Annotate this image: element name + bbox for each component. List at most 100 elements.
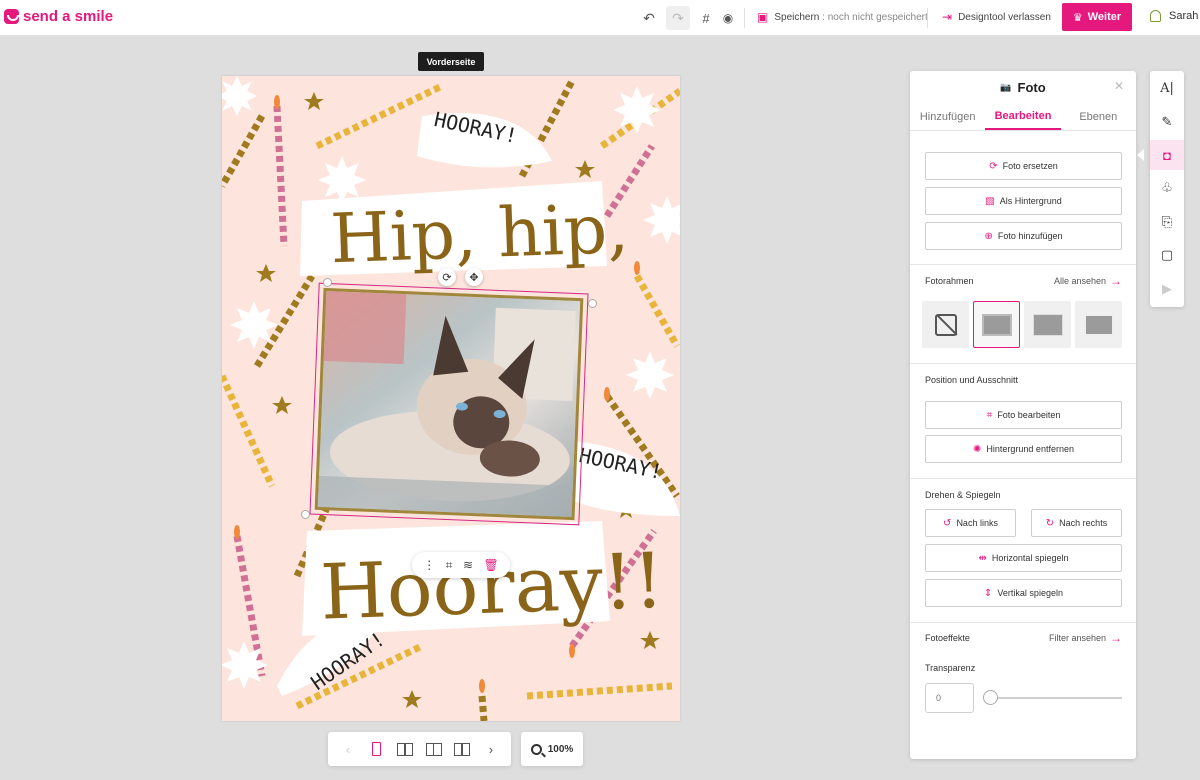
filters-link[interactable]: Filter ansehen → — [1049, 631, 1122, 645]
prev-page-button[interactable]: ‹ — [334, 736, 362, 762]
crop-icon: ⌗ — [986, 409, 993, 421]
page-front-button[interactable] — [363, 736, 391, 762]
resize-handle-bottom-left[interactable] — [301, 510, 310, 519]
candle-flame — [604, 387, 610, 401]
panel-pointer — [1137, 149, 1144, 161]
text-tool-button[interactable]: A| — [1150, 73, 1184, 103]
section-divider — [910, 478, 1136, 479]
frame-option-gold[interactable] — [973, 301, 1020, 348]
delete-icon[interactable]: 🗑 — [484, 558, 499, 572]
preview-button[interactable]: ◉ — [720, 6, 736, 30]
rotate-section-label: Drehen & Spiegeln — [925, 490, 1001, 500]
selected-photo[interactable] — [309, 282, 589, 526]
flip-horizontal-button[interactable]: ⇹ Horizontal spiegeln — [925, 544, 1122, 572]
rotate-right-button[interactable]: ↻ Nach rechts — [1031, 509, 1122, 537]
no-frame-icon — [934, 313, 957, 336]
tab-bearbeiten[interactable]: Bearbeiten — [985, 103, 1061, 130]
frames-see-all-link[interactable]: Alle ansehen → — [1054, 274, 1122, 288]
frame-option-none[interactable] — [922, 301, 969, 348]
resize-handle-top-left[interactable] — [323, 278, 332, 287]
import-tool-button[interactable]: ⎘ — [1150, 207, 1184, 237]
brand-logo[interactable]: send a smile — [4, 8, 113, 25]
next-page-button[interactable]: › — [477, 736, 505, 762]
tab-ebenen[interactable]: Ebenen — [1061, 103, 1136, 130]
edit-photo-button[interactable]: ⌗ Foto bearbeiten — [925, 401, 1122, 429]
transparency-slider-thumb[interactable] — [983, 690, 998, 705]
remove-background-button[interactable]: ✺ Hintergrund entfernen — [925, 435, 1122, 463]
refresh-icon: ⟳ — [989, 160, 998, 172]
cat-ear-left — [433, 315, 469, 376]
candle-stripe — [222, 374, 276, 488]
close-icon[interactable]: ✕ — [1114, 79, 1124, 93]
image-icon: ▧ — [985, 195, 995, 207]
play-tool-button[interactable]: ▶ — [1150, 274, 1184, 304]
text-tool-icon: A| — [1160, 80, 1174, 96]
shapes-tool-button[interactable]: ♧ — [1150, 173, 1184, 203]
rotate-left-label: Nach links — [956, 518, 998, 528]
more-options-icon[interactable]: ⋮ — [423, 558, 435, 572]
grid-icon: # — [702, 10, 710, 26]
section-divider — [910, 264, 1136, 265]
rotate-left-button[interactable]: ↺ Nach links — [925, 509, 1016, 537]
gold-star — [402, 690, 422, 708]
draw-tool-icon: ✎ — [1161, 114, 1173, 129]
photo-tool-button[interactable]: ◘ — [1150, 140, 1184, 170]
shapes-tool-icon: ♧ — [1161, 180, 1173, 195]
white-starburst — [643, 196, 680, 244]
flip-horizontal-icon: ⇹ — [978, 552, 987, 564]
next-button[interactable]: ♛ Weiter — [1062, 3, 1132, 31]
exit-label: Designtool verlassen — [958, 11, 1051, 23]
frame-option-thin[interactable] — [1024, 301, 1071, 348]
import-tool-icon: ⎘ — [1161, 214, 1173, 229]
undo-button[interactable]: ↶ — [640, 6, 658, 30]
set-background-button[interactable]: ▧ Als Hintergrund — [925, 187, 1122, 215]
white-starburst — [613, 86, 661, 134]
frame-tool-button[interactable]: ▢ — [1150, 240, 1184, 270]
rotate-handle[interactable]: ⟳ — [438, 268, 456, 286]
brand-name: send a smile — [23, 8, 114, 25]
add-photo-label: Foto hinzufügen — [997, 231, 1063, 241]
frame-options — [922, 301, 1122, 348]
zoom-icon — [530, 743, 542, 755]
transparency-input[interactable]: 0 — [925, 683, 974, 713]
user-name: Sarah — [1169, 10, 1199, 22]
transparency-slider-track[interactable] — [990, 697, 1122, 699]
frames-see-all-label: Alle ansehen — [1053, 276, 1106, 286]
resize-handle-top-right[interactable] — [588, 299, 597, 308]
arrow-right-icon: → — [1110, 631, 1122, 645]
card-canvas[interactable]: Hip, hip, Hooray!! HOORAY! HOORAY! HOORA… — [222, 76, 680, 721]
redo-icon: ↷ — [672, 9, 684, 26]
white-starburst — [230, 301, 278, 349]
frame-swatch — [1083, 313, 1114, 336]
page-inside-left-button[interactable] — [391, 736, 419, 762]
candle-flame — [569, 644, 575, 658]
undo-icon: ↶ — [643, 9, 655, 26]
page-side-label: Vorderseite — [418, 52, 484, 71]
crop-icon[interactable]: ⌗ — [446, 558, 453, 573]
magic-icon: ✺ — [973, 443, 982, 455]
move-handle[interactable]: ✥ — [465, 268, 483, 286]
exit-designtool-button[interactable]: ⇥ Designtool verlassen — [942, 10, 1051, 24]
replace-photo-button[interactable]: ⟳ Foto ersetzen — [925, 152, 1122, 180]
zoom-button[interactable]: 100% — [521, 732, 583, 766]
flip-vertical-button[interactable]: ⇕ Vertikal spiegeln — [925, 579, 1122, 607]
save-button[interactable]: ▣ Speichern : noch nicht gespeichert — [757, 10, 928, 24]
page-inside-right-button[interactable] — [420, 736, 448, 762]
frame-swatch — [981, 313, 1012, 336]
tab-hinzufuegen[interactable]: Hinzufügen — [910, 103, 985, 130]
next-label: Weiter — [1087, 11, 1122, 23]
photo-tool-icon: ◘ — [1163, 147, 1171, 163]
user-menu[interactable]: Sarah — [1150, 10, 1198, 22]
edit-photo-label: Foto bearbeiten — [997, 410, 1061, 420]
page-navigation-bar: ‹ › — [328, 732, 511, 766]
redo-button[interactable]: ↷ — [666, 6, 690, 30]
page-back-button[interactable] — [448, 736, 476, 762]
draw-tool-button[interactable]: ✎ — [1150, 107, 1184, 137]
frame-option-white[interactable] — [1075, 301, 1122, 348]
play-tool-icon: ▶ — [1162, 281, 1172, 296]
layers-icon[interactable]: ≋ — [463, 558, 473, 572]
add-photo-button[interactable]: ⊕ Foto hinzufügen — [925, 222, 1122, 250]
candle-stripe — [526, 682, 673, 700]
rotate-icon: ⟳ — [442, 271, 452, 284]
grid-button[interactable]: # — [698, 6, 714, 30]
